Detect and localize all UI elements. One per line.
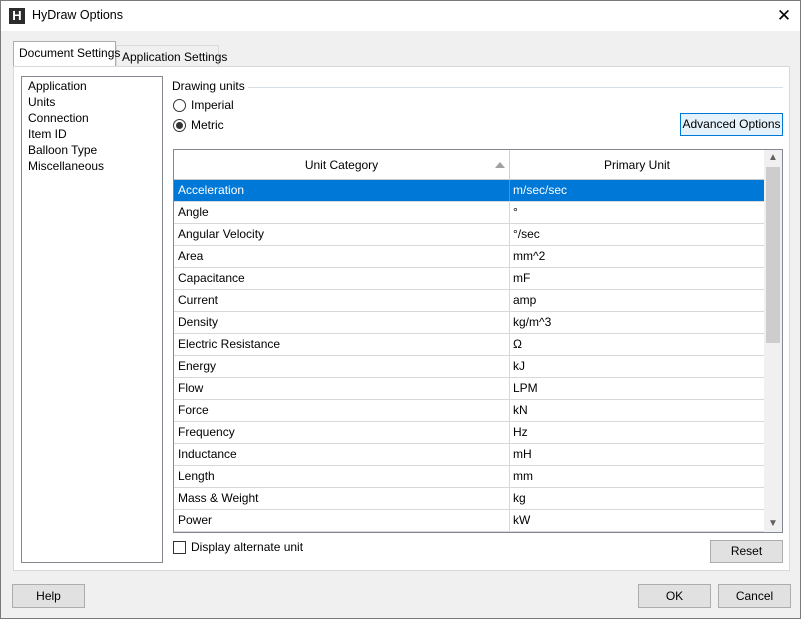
- unit-category-cell: Power: [174, 510, 510, 531]
- table-row[interactable]: Current amp: [174, 290, 764, 312]
- table-row[interactable]: Length mm: [174, 466, 764, 488]
- help-button[interactable]: Help: [12, 584, 85, 608]
- unit-category-cell: Area: [174, 246, 510, 267]
- primary-unit-cell[interactable]: LPM: [510, 378, 764, 399]
- settings-category-list[interactable]: Application Units Connection Item ID Bal…: [21, 76, 163, 563]
- unit-category-cell: Angular Velocity: [174, 224, 510, 245]
- primary-unit-cell[interactable]: kJ: [510, 356, 764, 377]
- close-button[interactable]: ✕: [768, 1, 800, 31]
- primary-unit-cell[interactable]: amp: [510, 290, 764, 311]
- primary-unit-cell[interactable]: kN: [510, 400, 764, 421]
- sidebar-item-units[interactable]: Units: [22, 94, 162, 110]
- metric-radio[interactable]: Metric: [173, 117, 224, 133]
- table-row[interactable]: Area mm^2: [174, 246, 764, 268]
- app-icon: H: [9, 8, 25, 24]
- grid-vertical-scrollbar[interactable]: ▲ ▼: [764, 150, 782, 532]
- table-row[interactable]: Inductance mH: [174, 444, 764, 466]
- primary-unit-cell[interactable]: °: [510, 202, 764, 223]
- primary-unit-cell[interactable]: Hz: [510, 422, 764, 443]
- radio-button-unchecked[interactable]: [173, 98, 186, 112]
- table-row[interactable]: Power kW: [174, 510, 764, 532]
- column-header-primary-unit[interactable]: Primary Unit: [510, 150, 764, 180]
- metric-label: Metric: [191, 118, 224, 132]
- unit-category-cell: Electric Resistance: [174, 334, 510, 355]
- table-row[interactable]: Acceleration m/sec/sec: [174, 180, 764, 202]
- primary-unit-cell[interactable]: mH: [510, 444, 764, 465]
- unit-category-cell: Acceleration: [174, 180, 510, 201]
- sidebar-item-item-id[interactable]: Item ID: [22, 126, 162, 142]
- sidebar-item-balloon-type[interactable]: Balloon Type: [22, 142, 162, 158]
- title-bar: H HyDraw Options ✕: [1, 1, 800, 31]
- primary-unit-cell[interactable]: mm^2: [510, 246, 764, 267]
- tab-application-settings[interactable]: Application Settings: [116, 45, 227, 67]
- display-alternate-unit-checkbox[interactable]: [173, 540, 186, 554]
- sort-ascending-icon: [495, 162, 505, 168]
- primary-unit-cell[interactable]: Ω: [510, 334, 764, 355]
- unit-category-cell: Energy: [174, 356, 510, 377]
- window-title: HyDraw Options: [32, 8, 123, 22]
- table-row[interactable]: Density kg/m^3: [174, 312, 764, 334]
- unit-category-cell: Current: [174, 290, 510, 311]
- options-dialog: H HyDraw Options ✕ Document Settings App…: [0, 0, 801, 619]
- table-row[interactable]: Energy kJ: [174, 356, 764, 378]
- sidebar-item-miscellaneous[interactable]: Miscellaneous: [22, 158, 162, 174]
- imperial-label: Imperial: [191, 98, 234, 112]
- cancel-button[interactable]: Cancel: [718, 584, 791, 608]
- primary-unit-cell[interactable]: mm: [510, 466, 764, 487]
- primary-unit-cell[interactable]: kg: [510, 488, 764, 509]
- advanced-options-button[interactable]: Advanced Options: [680, 113, 783, 136]
- primary-unit-cell[interactable]: °/sec: [510, 224, 764, 245]
- display-alternate-unit-checkbox-row[interactable]: Display alternate unit: [173, 540, 303, 554]
- scroll-down-arrow-icon[interactable]: ▼: [764, 516, 782, 532]
- unit-category-cell: Length: [174, 466, 510, 487]
- grid-body: Acceleration m/sec/sec Angle ° Angular Vel…: [174, 180, 764, 532]
- unit-category-cell: Capacitance: [174, 268, 510, 289]
- drawing-units-label: Drawing units: [172, 79, 248, 93]
- units-grid: Unit Category Primary Unit Acceleration m…: [173, 149, 783, 533]
- imperial-radio[interactable]: Imperial: [173, 97, 234, 113]
- unit-category-cell: Density: [174, 312, 510, 333]
- sidebar-item-application[interactable]: Application: [22, 78, 162, 94]
- primary-unit-cell[interactable]: m/sec/sec: [510, 180, 764, 201]
- grid-header: Unit Category Primary Unit: [174, 150, 764, 180]
- reset-button[interactable]: Reset: [710, 540, 783, 563]
- column-header-unit-category[interactable]: Unit Category: [174, 150, 510, 180]
- primary-unit-cell[interactable]: kg/m^3: [510, 312, 764, 333]
- display-alternate-unit-label: Display alternate unit: [191, 540, 304, 554]
- close-icon: ✕: [776, 6, 792, 25]
- table-row[interactable]: Angular Velocity °/sec: [174, 224, 764, 246]
- ok-button[interactable]: OK: [638, 584, 711, 608]
- unit-category-cell: Flow: [174, 378, 510, 399]
- tab-document-settings[interactable]: Document Settings: [13, 41, 120, 66]
- primary-unit-cell[interactable]: kW: [510, 510, 764, 531]
- unit-category-cell: Angle: [174, 202, 510, 223]
- sidebar-item-connection[interactable]: Connection: [22, 110, 162, 126]
- table-row[interactable]: Electric Resistance Ω: [174, 334, 764, 356]
- scrollbar-thumb[interactable]: [766, 167, 780, 343]
- table-row[interactable]: Angle °: [174, 202, 764, 224]
- table-row[interactable]: Capacitance mF: [174, 268, 764, 290]
- table-row[interactable]: Mass & Weight kg: [174, 488, 764, 510]
- radio-button-checked[interactable]: [173, 118, 186, 132]
- scroll-up-arrow-icon[interactable]: ▲: [764, 150, 782, 166]
- table-row[interactable]: Flow LPM: [174, 378, 764, 400]
- unit-category-cell: Frequency: [174, 422, 510, 443]
- primary-unit-cell[interactable]: mF: [510, 268, 764, 289]
- unit-category-cell: Force: [174, 400, 510, 421]
- table-row[interactable]: Frequency Hz: [174, 422, 764, 444]
- unit-category-cell: Inductance: [174, 444, 510, 465]
- group-divider: [174, 87, 783, 88]
- tab-panel: Application Units Connection Item ID Bal…: [13, 66, 790, 571]
- table-row[interactable]: Force kN: [174, 400, 764, 422]
- unit-category-cell: Mass & Weight: [174, 488, 510, 509]
